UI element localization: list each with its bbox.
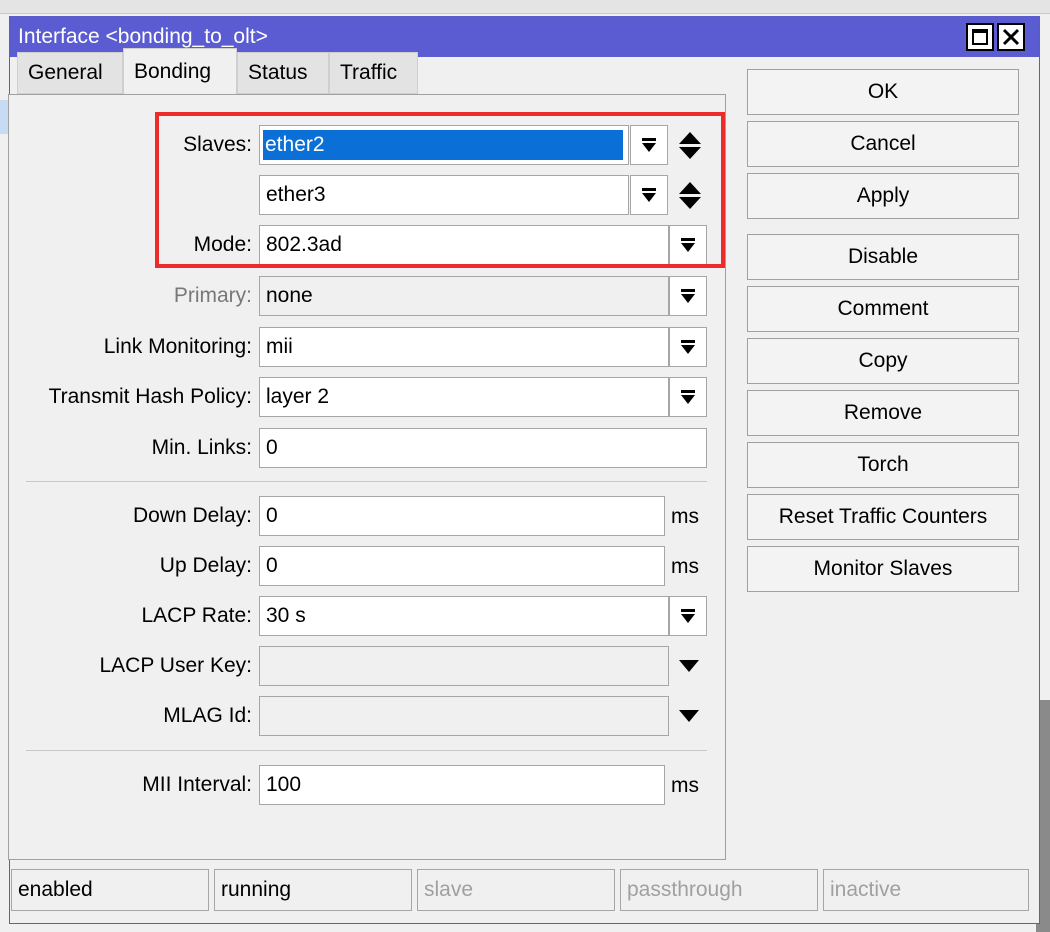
dropdown-icon [681,388,695,406]
primary-label: Primary: [173,284,252,307]
cancel-button[interactable]: Cancel [747,121,1019,167]
up-delay-label: Up Delay: [159,554,252,577]
remove-button[interactable]: Remove [747,390,1019,436]
up-delay-input[interactable]: 0 [259,546,665,586]
primary-dropdown-button[interactable] [669,276,707,316]
dropdown-icon [681,607,695,625]
lacp-rate-field[interactable]: 30 s [259,596,669,636]
annotation-highlight-box [155,112,725,268]
down-delay-input[interactable]: 0 [259,496,665,536]
apply-button[interactable]: Apply [747,173,1019,219]
tab-general[interactable]: General [17,52,123,94]
status-passthrough: passthrough [620,869,818,911]
lacp-user-key-label: LACP User Key: [99,654,252,677]
tab-status[interactable]: Status [237,52,329,94]
dropdown-icon [681,338,695,356]
link-monitoring-field[interactable]: mii [259,327,669,367]
window-title: Interface <bonding_to_olt> [18,25,268,48]
mii-interval-unit: ms [671,774,699,797]
close-button[interactable] [997,23,1025,51]
comment-button[interactable]: Comment [747,286,1019,332]
lacp-rate-label: LACP Rate: [141,604,252,627]
divider [26,481,707,482]
status-inactive: inactive [823,869,1029,911]
torch-button[interactable]: Torch [747,442,1019,488]
tab-label: General [28,61,103,84]
transmit-hash-policy-value: layer 2 [266,385,330,408]
link-monitoring-label: Link Monitoring: [103,335,252,358]
tab-label: Bonding [134,59,212,83]
link-monitoring-value: mii [266,335,293,358]
down-delay-label: Down Delay: [132,504,252,527]
lacp-user-key-field[interactable] [259,646,669,686]
monitor-slaves-button[interactable]: Monitor Slaves [747,546,1019,592]
copy-button[interactable]: Copy [747,338,1019,384]
mii-interval-label: MII Interval: [142,773,252,796]
down-delay-unit: ms [671,505,699,528]
mlag-id-label: MLAG Id: [163,704,252,727]
tab-bonding[interactable]: Bonding [123,48,237,94]
lacp-rate-value: 30 s [266,604,306,627]
min-links-input[interactable]: 0 [259,428,707,468]
reset-traffic-counters-button[interactable]: Reset Traffic Counters [747,494,1019,540]
link-monitoring-dropdown-button[interactable] [669,327,707,367]
status-slave: slave [417,869,615,911]
transmit-hash-policy-field[interactable]: layer 2 [259,377,669,417]
up-delay-value: 0 [266,554,278,577]
tab-traffic[interactable]: Traffic [329,52,418,94]
divider [26,750,707,751]
mii-interval-value: 100 [266,773,302,796]
transmit-hash-policy-label: Transmit Hash Policy: [48,385,252,408]
tab-label: Traffic [340,61,398,84]
mlag-id-expand-button[interactable] [675,696,703,736]
primary-field[interactable]: none [259,276,669,316]
maximize-icon [972,29,988,45]
ok-button[interactable]: OK [747,69,1019,115]
disable-button[interactable]: Disable [747,234,1019,280]
status-enabled: enabled [11,869,209,911]
background-window-strip [0,0,1050,14]
lacp-user-key-expand-button[interactable] [675,646,703,686]
chevron-down-icon [679,660,699,672]
lacp-rate-dropdown-button[interactable] [669,596,707,636]
primary-value: none [266,284,313,307]
chevron-down-icon [679,710,699,722]
min-links-label: Min. Links: [151,436,252,459]
tab-label: Status [248,61,308,84]
up-delay-unit: ms [671,555,699,578]
maximize-button[interactable] [966,23,994,51]
dropdown-icon [681,287,695,305]
status-running: running [214,869,412,911]
close-icon [1002,28,1020,46]
mlag-id-field[interactable] [259,696,669,736]
transmit-hash-policy-dropdown-button[interactable] [669,377,707,417]
min-links-value: 0 [266,436,278,459]
mii-interval-input[interactable]: 100 [259,765,665,805]
down-delay-value: 0 [266,504,278,527]
